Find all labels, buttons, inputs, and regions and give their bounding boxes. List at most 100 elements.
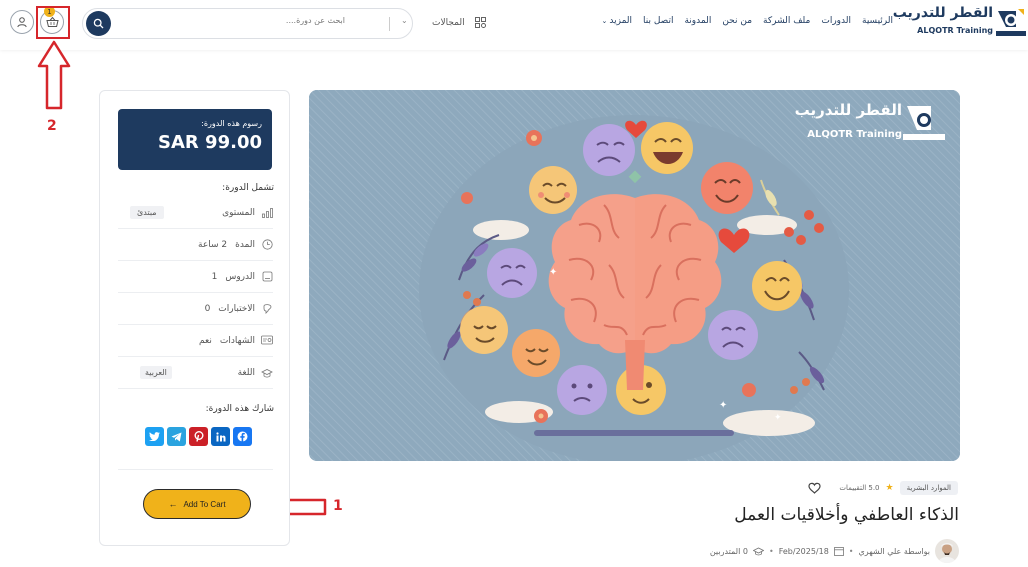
svg-text:✦: ✦ [719,400,727,411]
lessons-icon [261,271,273,283]
course-price: SAR 99.00 [158,132,262,153]
emotions-brain-illustration: ✦ ✦ ✦ [309,90,960,461]
star-icon: ★ [885,483,894,493]
course-page: 1 ⌄ المجالات الرئيسية الدورات ملف ا [0,0,1028,567]
main-nav: الرئيسية الدورات ملف الشركة من نحن المدو… [591,16,894,26]
info-label: المستوى [222,207,255,218]
annotation-number-2: 2 [47,118,57,134]
chevron-down-icon: ⌄ [601,17,608,25]
instructor-name[interactable]: بواسطة علي الشهري [859,547,930,556]
course-rating: 5.0 التقييمات [839,484,880,492]
search-button[interactable] [86,11,111,36]
quizzes-value: 0 [204,303,211,314]
nav-company-profile[interactable]: ملف الشركة [763,16,810,26]
telegram-share-button[interactable] [167,427,186,446]
user-account-button[interactable] [10,10,34,34]
nav-blog[interactable]: المدونة [684,16,711,26]
info-row-lessons: الدروس 1 [118,261,273,293]
linkedin-share-button[interactable] [211,427,230,446]
cover-logo-english: ALQOTR Training [807,129,902,140]
graduation-cap-icon [752,547,764,555]
chevron-down-icon[interactable]: ⌄ [401,16,408,25]
level-value: مبتدئ [130,206,164,219]
course-byline: بواسطة علي الشهري • Feb/2025/18 • 0 المت… [710,539,959,563]
info-row-level: المستوى مبتدئ [118,197,273,229]
course-date: Feb/2025/18 [778,546,829,556]
face-worried [557,365,607,415]
separator-dot: • [848,546,854,556]
course-meta-row: الموارد البشرية ★ 5.0 التقييمات [808,481,958,495]
svg-text:✦: ✦ [549,267,557,278]
nav-more[interactable]: المزيد ⌄ [602,16,633,26]
language-icon [261,367,273,379]
face-grin-right [752,261,802,311]
info-label: الشهادات [219,335,255,346]
course-cover-image: ✦ ✦ ✦ القطر للتدريب ALQOTR Training [309,90,960,461]
linkedin-icon [215,431,225,441]
nav-courses[interactable]: الدورات [821,16,851,26]
logo-arabic-text: القطر للتدريب [892,5,993,21]
certificates-value: نعم [199,335,212,346]
cart-highlight-box [36,6,70,39]
clock-icon [261,239,273,251]
facebook-share-button[interactable] [233,427,252,446]
svg-text:✦: ✦ [774,413,782,423]
face-wink [512,329,560,377]
nav-home[interactable]: الرئيسية [862,16,893,26]
students-count: 0 المتدربين [709,546,748,556]
site-header: 1 ⌄ المجالات الرئيسية الدورات ملف ا [0,0,1028,50]
nav-contact[interactable]: اتصل بنا [643,16,673,26]
info-row-certificates: الشهادات نعم [118,325,273,357]
face-laugh [641,122,693,174]
info-label: الدروس [225,271,255,282]
instructor-avatar [935,539,959,563]
info-label: اللغة [237,367,255,378]
face-sad [583,124,635,176]
info-row-duration: المدة 2 ساعة [118,229,273,261]
face-content [529,166,577,214]
level-icon [261,207,273,219]
info-row-quizzes: الاختبارات 0 [118,293,273,325]
up-arrow-annotation-icon [37,40,71,110]
search-input[interactable] [233,16,345,25]
add-to-cart-button[interactable]: ← Add To Cart [143,489,251,519]
separator-dot: • [768,546,774,556]
certificate-icon [261,335,273,347]
heart-icon[interactable] [808,482,822,494]
language-value: العربية [140,366,172,379]
share-buttons [145,427,252,446]
twitter-icon [149,432,160,441]
cover-logo-arabic: القطر للتدريب [794,101,902,119]
face-sad-right [708,310,758,360]
site-logo[interactable]: القطر للتدريب ALQOTR Training [893,5,1026,41]
nav-more-label: المزيد [609,16,633,26]
facebook-icon [237,431,248,442]
telegram-icon [171,432,182,441]
logo-english-text: ALQOTR Training [917,26,993,35]
annotation-number-1: 1 [333,498,343,514]
logo-mark-icon [996,9,1026,36]
user-icon [17,17,27,28]
quiz-icon [261,303,273,315]
share-title: شارك هذه الدورة: [205,404,274,414]
price-label: رسوم هذه الدورة: [201,119,262,128]
calendar-icon [833,547,844,556]
twitter-share-button[interactable] [145,427,164,446]
info-row-language: اللغة العربية [118,357,273,389]
search-icon [93,18,104,29]
info-label: الاختبارات [218,303,255,314]
lessons-value: 1 [211,271,218,282]
arrow-left-icon: ← [168,499,178,509]
sidebar-divider [118,469,273,470]
pinterest-share-button[interactable] [189,427,208,446]
course-title: الذكاء العاطفي وأخلاقيات العمل [734,505,959,525]
categories-grid-icon[interactable] [475,17,486,28]
duration-value: 2 ساعة [198,239,228,250]
category-select[interactable]: المجالات [432,18,465,28]
nav-about[interactable]: من نحن [722,16,752,26]
price-box: رسوم هذه الدورة: SAR 99.00 [118,109,272,170]
course-category-badge[interactable]: الموارد البشرية [899,481,958,495]
includes-title: تشمل الدورة: [222,183,274,193]
add-to-cart-label: Add To Cart [183,499,226,509]
course-sidebar: رسوم هذه الدورة: SAR 99.00 تشمل الدورة: … [99,90,290,546]
